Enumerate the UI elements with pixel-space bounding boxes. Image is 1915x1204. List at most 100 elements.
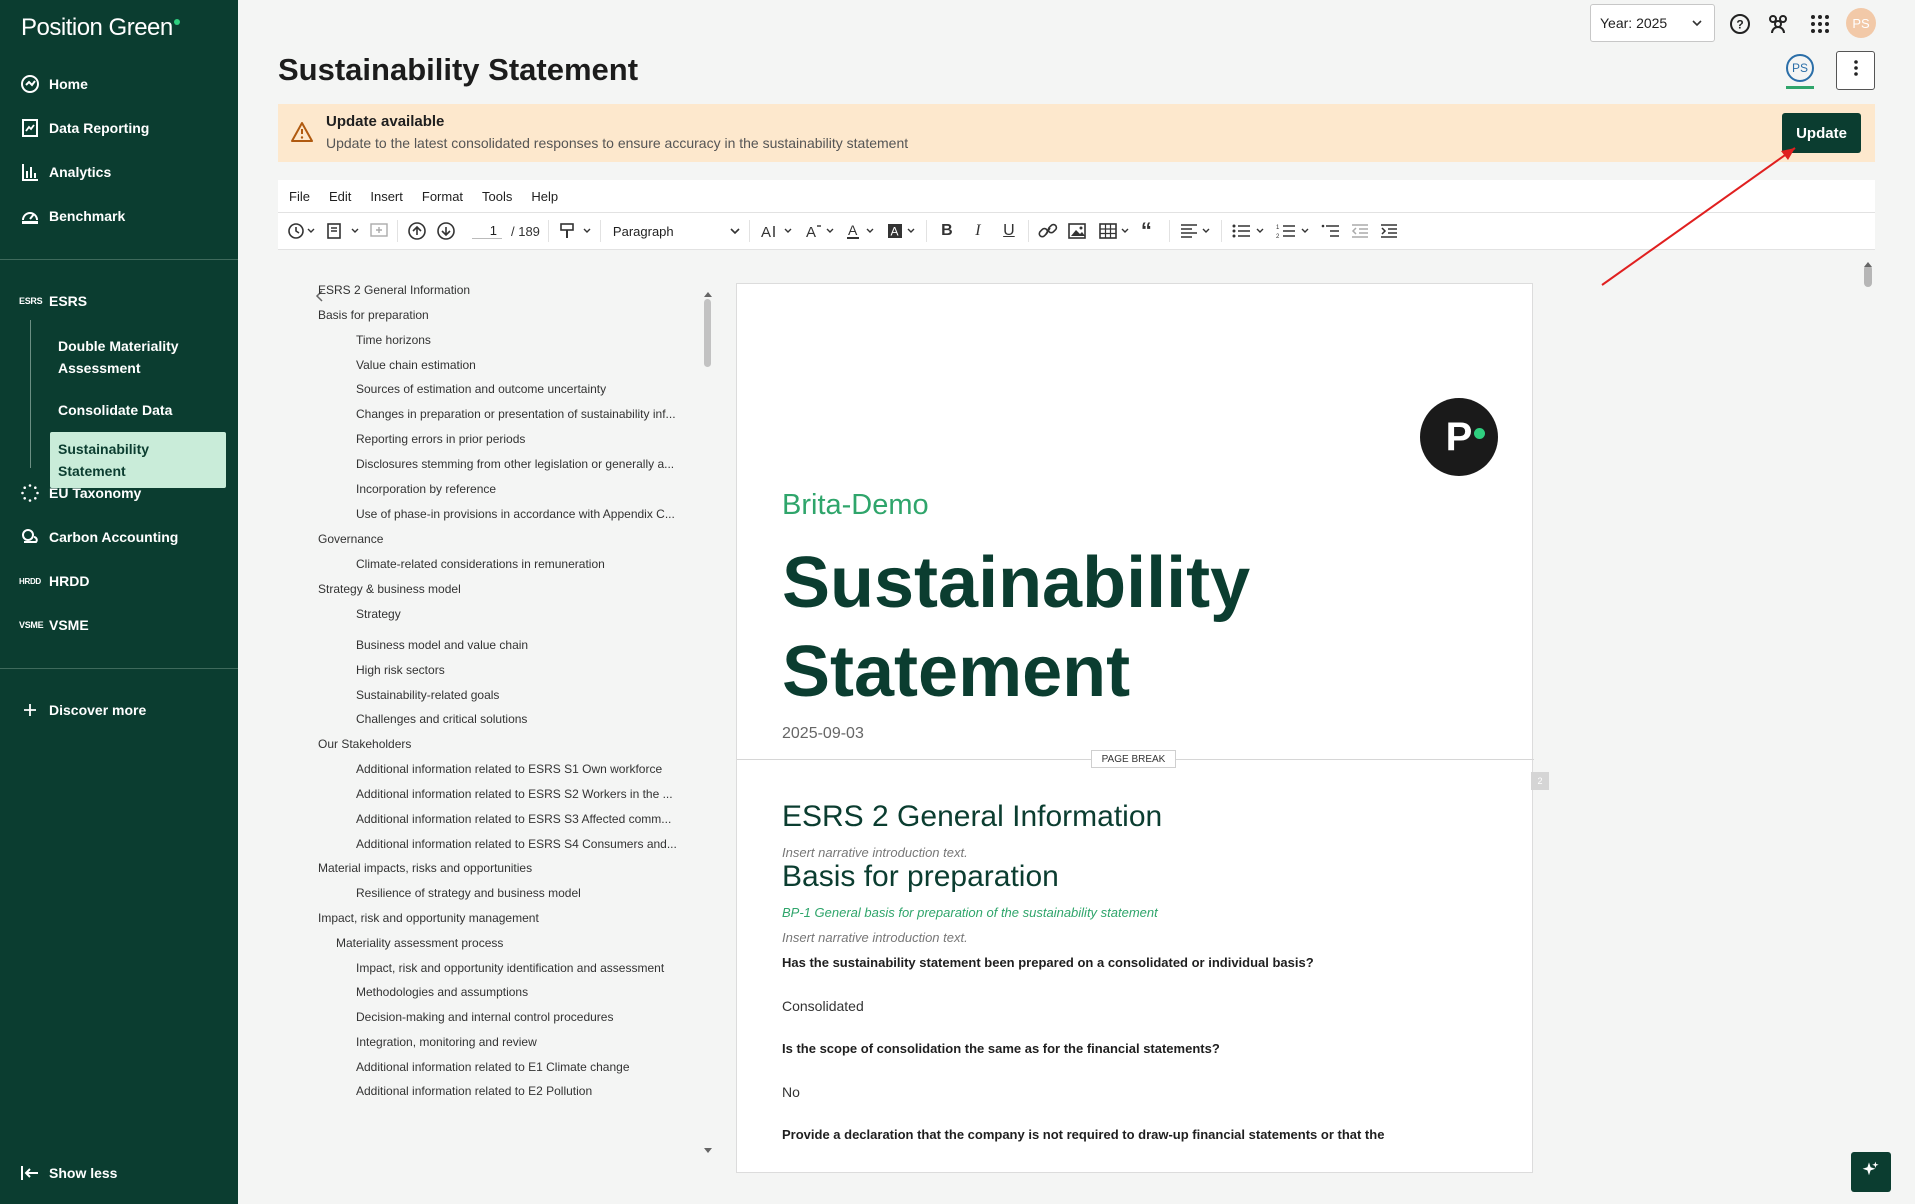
nav-carbon-accounting[interactable]: Carbon Accounting (0, 519, 238, 555)
help-icon[interactable]: ? (1728, 12, 1752, 36)
toc-item[interactable]: Challenges and critical solutions (356, 712, 683, 726)
apps-grid-icon[interactable] (1808, 12, 1832, 36)
toc-item[interactable]: Additional information related to ESRS S… (356, 837, 683, 851)
nav-analytics[interactable]: Analytics (0, 154, 238, 190)
add-comment-icon[interactable] (369, 222, 389, 240)
history-icon[interactable] (287, 222, 317, 240)
document-date: 2025-09-03 (782, 725, 864, 742)
menu-file[interactable]: File (289, 189, 310, 204)
ps-badge-indicator (1786, 86, 1814, 89)
link-icon[interactable] (1038, 222, 1058, 240)
insert-image-icon[interactable] (1067, 222, 1089, 240)
toolbar-separator (397, 220, 398, 242)
toc-item[interactable]: Governance (318, 532, 683, 546)
menu-edit[interactable]: Edit (329, 189, 351, 204)
bold-icon[interactable]: B (936, 222, 958, 240)
user-avatar[interactable]: PS (1846, 8, 1876, 38)
more-options-button[interactable] (1836, 51, 1875, 90)
toc-item[interactable]: Use of phase-in provisions in accordance… (356, 507, 683, 521)
toc-item[interactable]: Reporting errors in prior periods (356, 432, 683, 446)
paragraph-style-select[interactable]: Paragraph (613, 224, 741, 239)
multilevel-list-icon[interactable] (1321, 222, 1341, 240)
toc-item[interactable]: Sustainability-related goals (356, 688, 683, 702)
update-button[interactable]: Update (1782, 113, 1861, 153)
kebab-menu-icon (1853, 59, 1858, 82)
toc-item[interactable]: Value chain estimation (356, 358, 683, 372)
previous-page-icon[interactable] (407, 221, 427, 241)
numbered-list-icon[interactable]: 12 (1276, 222, 1312, 240)
toc-item[interactable]: Additional information related to E1 Cli… (356, 1060, 683, 1074)
banner-title: Update available (326, 113, 445, 130)
toc-item[interactable]: Additional information related to ESRS S… (356, 812, 683, 826)
toc-item[interactable]: Incorporation by reference (356, 482, 683, 496)
nav-benchmark[interactable]: Benchmark (0, 198, 238, 234)
text-style-icon[interactable]: A (804, 222, 836, 240)
toc-item[interactable]: Integration, monitoring and review (356, 1035, 683, 1049)
font-size-icon[interactable]: A (759, 222, 795, 240)
subnav-double-materiality[interactable]: Double Materiality Assessment (50, 329, 226, 385)
community-icon[interactable] (1766, 12, 1790, 36)
toc-item[interactable]: Additional information related to ESRS S… (356, 787, 683, 801)
menu-tools[interactable]: Tools (482, 189, 512, 204)
document-title: Sustainability Statement (782, 543, 1251, 712)
menu-format[interactable]: Format (422, 189, 463, 204)
scroll-up-arrow-icon[interactable] (1863, 255, 1873, 273)
nav-hrdd[interactable]: HRDD HRDD (0, 563, 238, 599)
subnav-consolidate-data[interactable]: Consolidate Data (50, 393, 226, 427)
toc-item[interactable]: Resilience of strategy and business mode… (356, 886, 683, 900)
show-less-button[interactable]: Show less (0, 1155, 238, 1191)
italic-icon[interactable]: I (967, 222, 989, 240)
outdent-icon[interactable] (1350, 222, 1370, 240)
eu-stars-icon (19, 482, 41, 504)
ps-avatar-badge[interactable]: PS (1786, 54, 1814, 82)
toc-item[interactable]: Strategy & business model (318, 582, 683, 596)
indent-icon[interactable] (1379, 222, 1399, 240)
editor-menubar: File Edit Insert Format Tools Help (278, 180, 1875, 212)
underline-icon[interactable]: U (998, 222, 1020, 240)
toc-item[interactable]: Decision-making and internal control pro… (356, 1010, 683, 1024)
year-select[interactable]: Year: 2025 (1590, 4, 1715, 42)
page-number-input[interactable]: 1 (472, 223, 502, 239)
align-left-icon[interactable] (1179, 222, 1213, 240)
nav-discover-more[interactable]: Discover more (0, 692, 238, 728)
toc-item[interactable]: Sources of estimation and outcome uncert… (356, 382, 683, 396)
nav-vsme[interactable]: VSME VSME (0, 607, 238, 643)
toc-item[interactable]: Impact, risk and opportunity management (318, 911, 683, 925)
document-page[interactable]: P Brita-Demo Sustainability Statement 202… (736, 283, 1534, 1173)
toc-item[interactable]: Basis for preparation (318, 308, 683, 322)
blockquote-icon[interactable]: “ (1141, 218, 1161, 244)
toc-item[interactable]: Strategy (356, 607, 683, 621)
menu-help[interactable]: Help (531, 189, 558, 204)
table-icon[interactable] (1098, 222, 1132, 240)
toc-item[interactable]: Our Stakeholders (318, 737, 683, 751)
toc-item[interactable]: Impact, risk and opportunity identificat… (356, 961, 683, 975)
track-changes-icon[interactable] (326, 222, 360, 240)
toc-item[interactable]: High risk sectors (356, 663, 683, 677)
menu-insert[interactable]: Insert (370, 189, 403, 204)
toc-item[interactable]: Disclosures stemming from other legislat… (356, 457, 683, 471)
nav-esrs[interactable]: ESRS ESRS (0, 283, 238, 319)
toc-item[interactable]: Materiality assessment process (336, 936, 683, 950)
highlight-color-icon[interactable]: A (886, 222, 918, 240)
text-color-icon[interactable]: A (845, 222, 877, 240)
ai-assistant-button[interactable] (1851, 1152, 1891, 1192)
toc-item[interactable]: Climate-related considerations in remune… (356, 557, 683, 571)
table-of-contents: ESRS 2 General Information Basis for prep… (278, 251, 718, 1173)
toc-item[interactable]: Business model and value chain (356, 638, 683, 652)
toc-scrollbar[interactable] (704, 299, 711, 367)
nav-eu-taxonomy[interactable]: EU Taxonomy (0, 475, 238, 511)
toc-item[interactable]: Additional information related to ESRS S… (356, 762, 683, 776)
toc-item[interactable]: Methodologies and assumptions (356, 985, 683, 999)
toc-item[interactable]: Changes in preparation or presentation o… (356, 407, 683, 421)
scroll-down-arrow-icon[interactable] (703, 1142, 713, 1160)
bullet-list-icon[interactable] (1231, 222, 1267, 240)
nav-home[interactable]: Home (0, 66, 238, 102)
next-page-icon[interactable] (436, 221, 456, 241)
nav-data-reporting[interactable]: Data Reporting (0, 110, 238, 146)
app-logo[interactable]: Position Green (21, 14, 180, 42)
toc-item[interactable]: Time horizons (356, 333, 683, 347)
format-painter-icon[interactable] (558, 222, 592, 240)
toc-item[interactable]: Material impacts, risks and opportunitie… (318, 861, 683, 875)
toc-item[interactable]: Additional information related to E2 Pol… (356, 1084, 683, 1098)
toc-item[interactable]: ESRS 2 General Information (318, 283, 683, 297)
